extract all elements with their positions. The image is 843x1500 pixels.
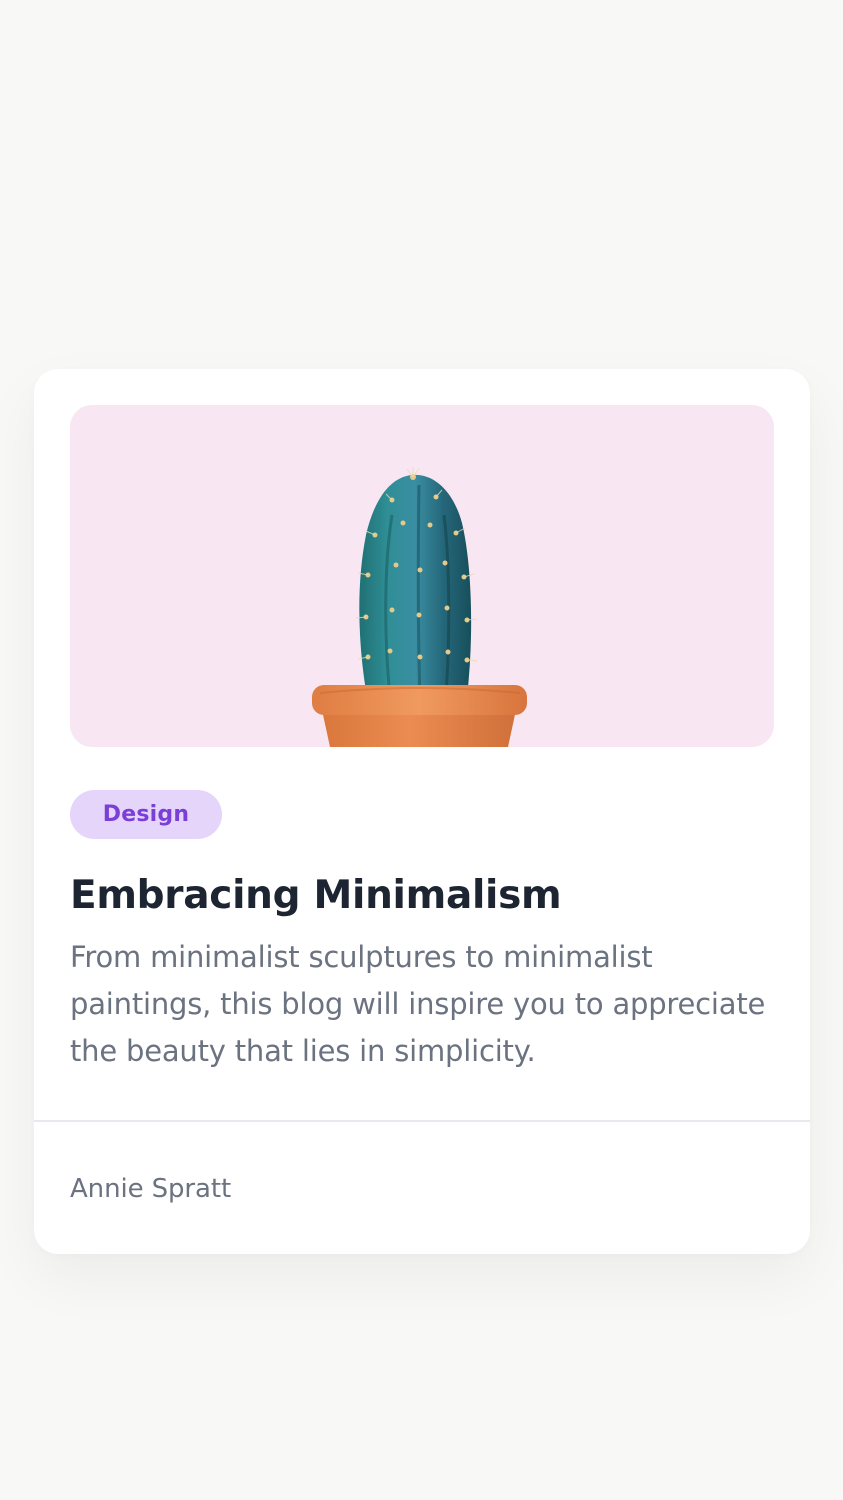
- post-description: From minimalist sculptures to minimalist…: [70, 940, 766, 1068]
- pot-body: [322, 710, 516, 747]
- post-title[interactable]: Embracing Minimalism: [70, 869, 562, 923]
- card-divider: [34, 1120, 810, 1122]
- author-name: Annie Spratt: [70, 1174, 232, 1204]
- pot-rim: [312, 685, 527, 715]
- cactus-body: [359, 474, 472, 697]
- cactus-illustration: [70, 405, 774, 747]
- category-tag[interactable]: Design: [70, 790, 222, 839]
- blog-card[interactable]: Design Embracing Minimalism From minimal…: [34, 369, 810, 1254]
- card-hero-image: [70, 405, 774, 747]
